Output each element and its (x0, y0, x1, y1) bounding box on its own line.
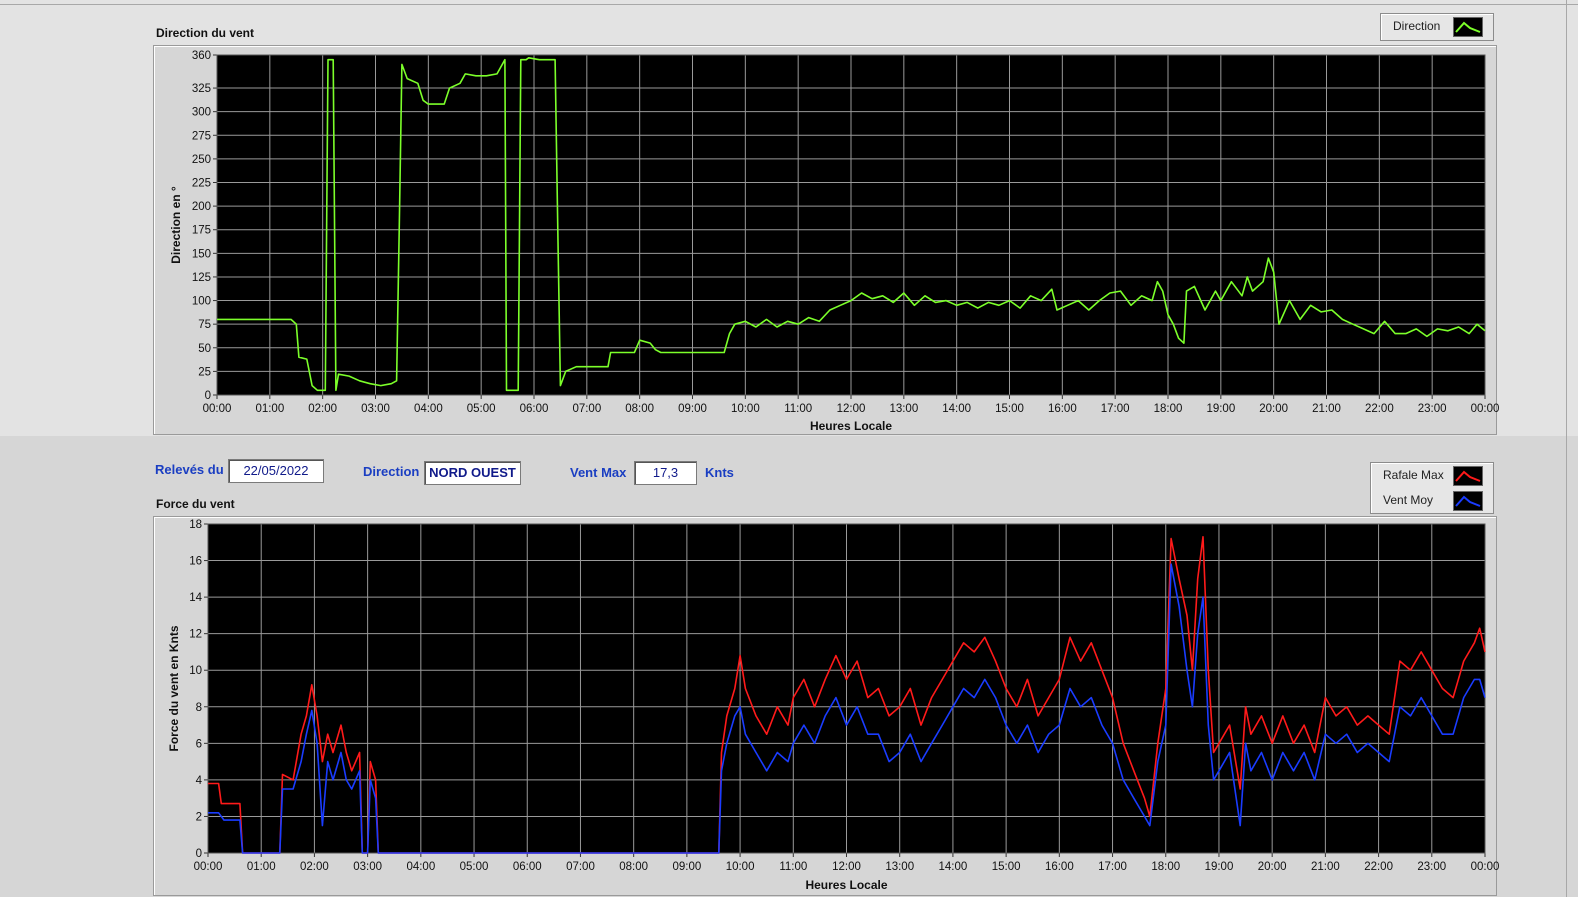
y-tick-label: 10 (189, 665, 202, 677)
x-tick-label: 20:00 (1258, 861, 1287, 873)
y-tick-label: 14 (189, 592, 202, 604)
x-tick-label: 00:00 (194, 861, 223, 873)
x-tick-label: 21:00 (1311, 861, 1340, 873)
y-tick-label: 12 (189, 629, 202, 641)
x-tick-label: 00:00 (1471, 861, 1500, 873)
x-tick-label: 12:00 (832, 861, 861, 873)
x-tick-label: 18:00 (1151, 861, 1180, 873)
x-tick-label: 14:00 (939, 861, 968, 873)
x-tick-label: 02:00 (300, 861, 329, 873)
x-tick-label: 09:00 (672, 861, 701, 873)
y-tick-label: 6 (196, 738, 202, 750)
y-tick-label: 16 (189, 556, 202, 568)
x-tick-label: 01:00 (247, 861, 276, 873)
x-tick-label: 23:00 (1417, 861, 1446, 873)
x-tick-label: 13:00 (885, 861, 914, 873)
y-axis-label: Force du vent en Knts (167, 625, 181, 751)
y-tick-label: 8 (196, 702, 202, 714)
y-tick-label: 0 (196, 848, 202, 860)
x-tick-label: 19:00 (1205, 861, 1234, 873)
x-tick-label: 05:00 (460, 861, 489, 873)
x-tick-label: 06:00 (513, 861, 542, 873)
force-chart: 00:00 01:00 02:00 03:00 04:00 05:00 06:00 07:00… (167, 519, 1500, 892)
x-tick-label: 16:00 (1045, 861, 1074, 873)
x-tick-label: 07:00 (566, 861, 595, 873)
x-axis-label: Heures Locale (805, 878, 887, 892)
x-tick-label: 11:00 (779, 861, 807, 873)
x-tick-label: 15:00 (992, 861, 1021, 873)
x-tick-label: 10:00 (726, 861, 755, 873)
x-tick-label: 03:00 (353, 861, 382, 873)
x-tick-label: 04:00 (406, 861, 435, 873)
x-tick-label: 22:00 (1364, 861, 1393, 873)
x-tick-label: 08:00 (619, 861, 648, 873)
y-tick-label: 2 (196, 811, 202, 823)
y-tick-label: 4 (196, 775, 203, 787)
y-tick-label: 18 (189, 519, 202, 531)
x-tick-label: 17:00 (1098, 861, 1127, 873)
